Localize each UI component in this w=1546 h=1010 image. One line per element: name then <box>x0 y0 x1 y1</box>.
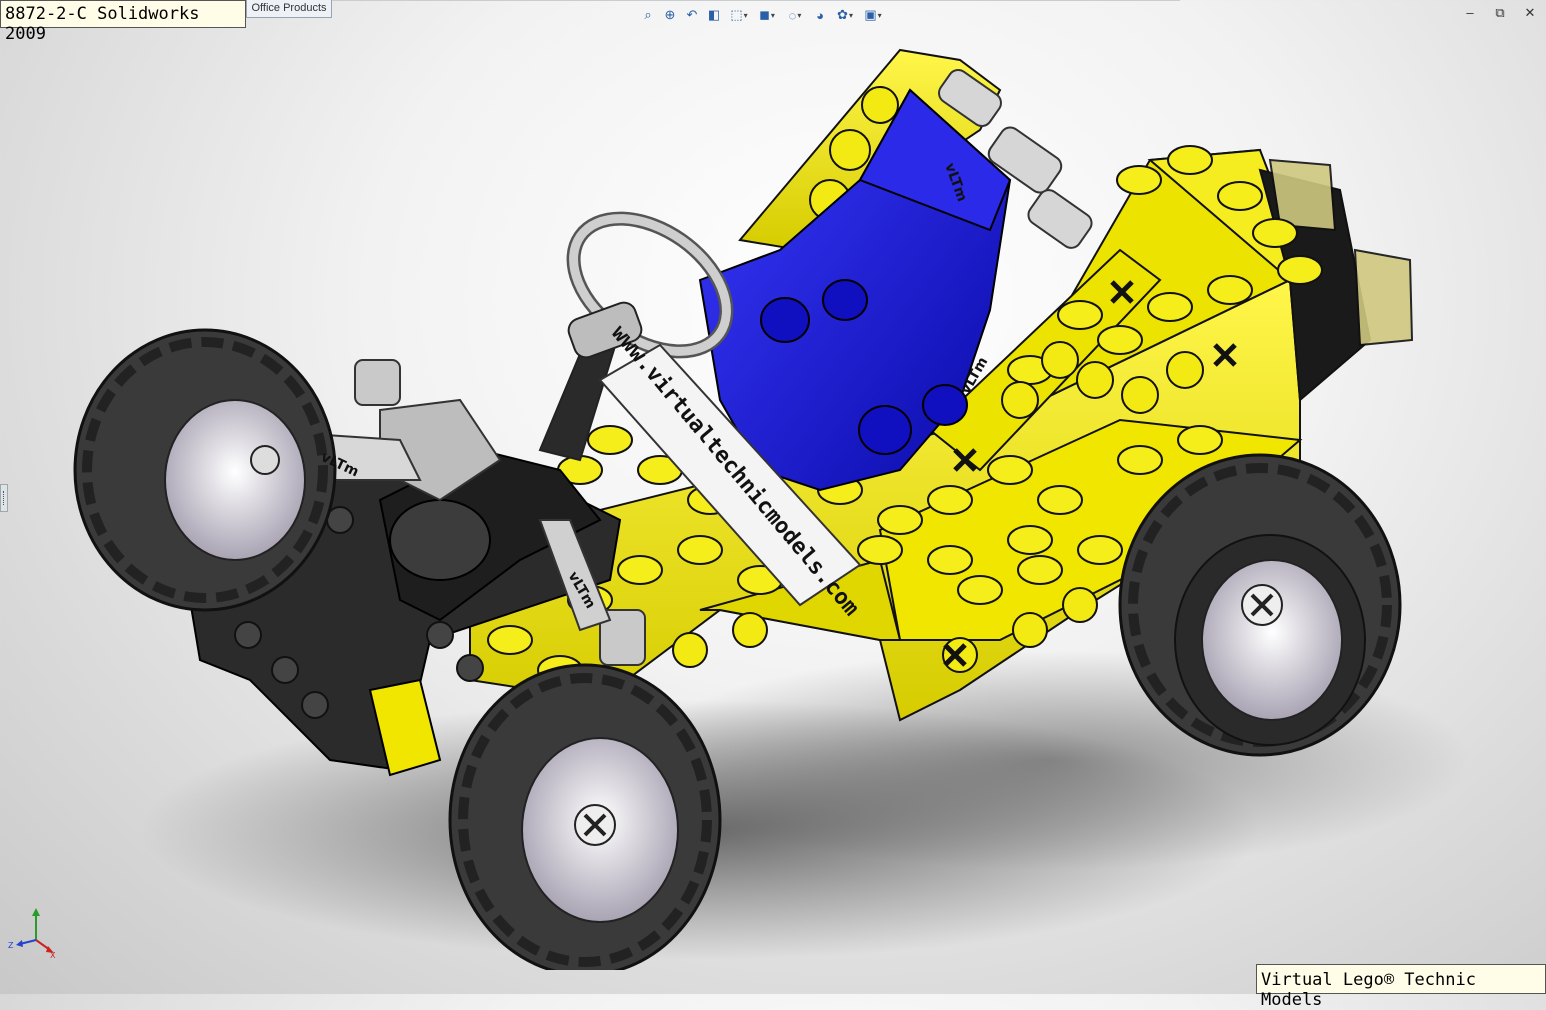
chevron-down-icon: ▾ <box>770 10 775 20</box>
view-settings-icon: ▣ <box>864 7 877 22</box>
coordinate-triad: Y X Z <box>8 908 56 960</box>
display-style-button[interactable]: ◼ ▾ <box>754 5 780 25</box>
zoom-to-fit-button[interactable]: ⌕ <box>638 5 658 25</box>
close-icon[interactable]: ✕ <box>1522 6 1538 20</box>
section-view-button[interactable]: ◧ <box>704 5 724 25</box>
chevron-down-icon: ▾ <box>743 10 748 20</box>
zoom-to-area-button[interactable]: ⊕ <box>660 5 680 25</box>
front-left-wheel <box>73 328 337 612</box>
zoom-to-fit-icon: ⌕ <box>644 7 652 22</box>
front-right-wheel <box>448 663 722 970</box>
brand-label: Virtual Lego® Technic Models <box>1256 964 1546 1010</box>
view-orientation-button[interactable]: ⬚ ▾ <box>726 5 752 25</box>
apply-scene-icon: ✿ <box>837 7 848 22</box>
office-products-tab[interactable]: Office Products <box>246 0 332 18</box>
hide-show-items-button[interactable]: ◌ ▾ <box>782 5 808 25</box>
triad-x-label: X <box>50 951 56 960</box>
triad-z-label: Z <box>8 941 14 950</box>
edit-appearance-button[interactable]: ◕ <box>810 5 830 25</box>
view-orientation-icon: ⬚ <box>730 7 743 22</box>
apply-scene-button[interactable]: ✿ ▾ <box>832 5 858 25</box>
previous-view-icon: ↶ <box>686 7 698 22</box>
zoom-to-area-icon: ⊕ <box>664 7 676 22</box>
graphics-area-border <box>332 0 1180 1</box>
section-view-icon: ◧ <box>707 7 721 22</box>
display-style-icon: ◼ <box>759 7 770 22</box>
window-title: 8872-2-C Solidworks 2009 <box>0 0 246 44</box>
restore-icon[interactable]: ⧉ <box>1492 6 1508 20</box>
view-settings-button[interactable]: ▣ ▾ <box>860 5 886 25</box>
window-controls: – ⧉ ✕ <box>1462 6 1538 20</box>
previous-view-button[interactable]: ↶ <box>682 5 702 25</box>
model-viewport[interactable]: www.virtualtechnicmodels.com vLTm vLTm v… <box>0 30 1546 970</box>
heads-up-view-toolbar: ⌕ ⊕ ↶ ◧ ⬚ ▾ ◼ ▾ ◌ ▾ ◕ ✿ ▾ ▣ ▾ <box>638 4 886 26</box>
minimize-icon[interactable]: – <box>1462 6 1478 20</box>
edit-appearance-icon: ◕ <box>816 7 824 23</box>
chevron-down-icon: ▾ <box>877 10 882 20</box>
chevron-down-icon: ▾ <box>848 10 853 20</box>
chevron-down-icon: ▾ <box>797 10 802 20</box>
rear-right-wheel <box>1118 453 1402 757</box>
hide-show-items-icon: ◌ <box>788 7 797 23</box>
